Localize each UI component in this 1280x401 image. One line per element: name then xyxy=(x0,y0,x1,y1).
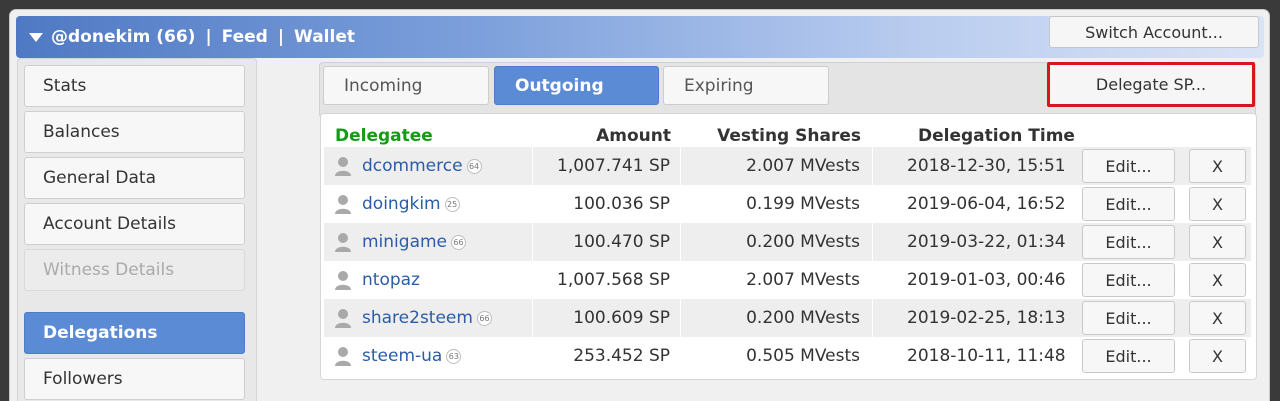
amount-cell: 1,007.741 SP xyxy=(557,156,670,176)
remove-delegation-button[interactable]: X xyxy=(1189,149,1246,183)
edit-button[interactable]: Edit... xyxy=(1082,339,1175,373)
amount-cell: 100.036 SP xyxy=(573,194,670,214)
amount-cell: 100.470 SP xyxy=(573,232,670,252)
column-header-vesting-shares[interactable]: Vesting Shares xyxy=(701,126,861,146)
tab-outgoing[interactable]: Outgoing xyxy=(494,66,659,105)
column-header-delegation-time[interactable]: Delegation Time xyxy=(918,126,1075,146)
collapse-triangle-icon[interactable] xyxy=(29,32,43,42)
delegate-sp-button[interactable]: Delegate SP... xyxy=(1047,62,1255,107)
remove-delegation-button[interactable]: X xyxy=(1189,225,1246,259)
delegation-time-cell: 2018-12-30, 15:51 xyxy=(907,156,1066,176)
user-icon xyxy=(335,157,351,176)
delegation-time-cell: 2019-01-03, 00:46 xyxy=(907,270,1066,290)
user-icon xyxy=(335,233,351,252)
nav-wallet-link[interactable]: Wallet xyxy=(294,27,355,47)
table-row: steem-ua 63 253.452 SP 0.505 MVests 2018-10-… xyxy=(324,337,1251,375)
sidebar-item-account-details[interactable]: Account Details xyxy=(24,203,245,245)
tab-incoming[interactable]: Incoming xyxy=(323,66,489,105)
delegations-table: Delegatee Amount Vesting Shares Delegati… xyxy=(320,113,1257,380)
column-header-amount[interactable]: Amount xyxy=(553,126,671,146)
user-icon xyxy=(335,309,351,328)
reputation-badge: 64 xyxy=(466,158,482,174)
account-name[interactable]: @donekim (66) xyxy=(51,27,195,47)
vesting-shares-cell: 0.505 MVests xyxy=(746,346,860,366)
remove-delegation-button[interactable]: X xyxy=(1189,301,1246,335)
amount-cell: 253.452 SP xyxy=(573,346,670,366)
sidebar-item-followers[interactable]: Followers xyxy=(24,358,245,400)
sidebar-item-witness-details: Witness Details xyxy=(24,249,245,291)
amount-cell: 100.609 SP xyxy=(573,308,670,328)
delegation-time-cell: 2019-02-25, 18:13 xyxy=(907,308,1066,328)
column-header-delegatee[interactable]: Delegatee xyxy=(335,126,433,146)
reputation-badge: 66 xyxy=(451,234,467,250)
amount-cell: 1,007.568 SP xyxy=(557,270,670,290)
user-icon xyxy=(335,195,351,214)
table-row: doingkim 25 100.036 SP 0.199 MVests 2019-06-… xyxy=(324,185,1251,223)
remove-delegation-button[interactable]: X xyxy=(1189,187,1246,221)
delegatee-link[interactable]: steem-ua xyxy=(362,346,442,366)
table-row: minigame 66 100.470 SP 0.200 MVests 2019-03-… xyxy=(324,223,1251,261)
delegation-time-cell: 2019-06-04, 16:52 xyxy=(907,194,1066,214)
edit-button[interactable]: Edit... xyxy=(1082,187,1175,221)
edit-button[interactable]: Edit... xyxy=(1082,301,1175,335)
reputation-badge: 25 xyxy=(444,196,460,212)
user-icon xyxy=(335,271,351,290)
vesting-shares-cell: 0.199 MVests xyxy=(746,194,860,214)
delegation-time-cell: 2019-03-22, 01:34 xyxy=(907,232,1066,252)
header-separator: | xyxy=(277,27,285,47)
vesting-shares-cell: 0.200 MVests xyxy=(746,232,860,252)
switch-account-button[interactable]: Switch Account... xyxy=(1049,16,1259,48)
vesting-shares-cell: 2.007 MVests xyxy=(746,156,860,176)
nav-feed-link[interactable]: Feed xyxy=(222,27,268,47)
sidebar-item-general-data[interactable]: General Data xyxy=(24,157,245,199)
header-separator: | xyxy=(205,27,212,47)
reputation-badge: 63 xyxy=(446,348,462,364)
delegatee-link[interactable]: share2steem xyxy=(362,308,473,328)
sidebar-item-stats[interactable]: Stats xyxy=(24,65,245,107)
delegation-time-cell: 2018-10-11, 11:48 xyxy=(907,346,1066,366)
table-row: ntopaz 1,007.568 SP 2.007 MVests 2019-01-03… xyxy=(324,261,1251,299)
reputation-badge: 66 xyxy=(476,310,492,326)
remove-delegation-button[interactable]: X xyxy=(1189,339,1246,373)
delegatee-link[interactable]: doingkim xyxy=(362,194,441,214)
delegatee-link[interactable]: dcommerce xyxy=(362,156,463,176)
edit-button[interactable]: Edit... xyxy=(1082,149,1175,183)
delegatee-link[interactable]: ntopaz xyxy=(362,270,420,290)
remove-delegation-button[interactable]: X xyxy=(1189,263,1246,297)
user-icon xyxy=(335,347,351,366)
vesting-shares-cell: 0.200 MVests xyxy=(746,308,860,328)
vesting-shares-cell: 2.007 MVests xyxy=(746,270,860,290)
app-window: @donekim (66) | Feed | Wallet Switch Acc… xyxy=(9,9,1270,401)
sidebar-item-balances[interactable]: Balances xyxy=(24,111,245,153)
delegatee-link[interactable]: minigame xyxy=(362,232,447,252)
tab-expiring[interactable]: Expiring xyxy=(663,66,829,105)
edit-button[interactable]: Edit... xyxy=(1082,263,1175,297)
sidebar-item-delegations[interactable]: Delegations xyxy=(24,312,245,354)
sidebar: Stats Balances General Data Account Deta… xyxy=(17,58,257,401)
edit-button[interactable]: Edit... xyxy=(1082,225,1175,259)
table-row: dcommerce 64 1,007.741 SP 2.007 MVests 2018-… xyxy=(324,147,1251,185)
table-row: share2steem 66 100.609 SP 0.200 MVests 2019-… xyxy=(324,299,1251,337)
